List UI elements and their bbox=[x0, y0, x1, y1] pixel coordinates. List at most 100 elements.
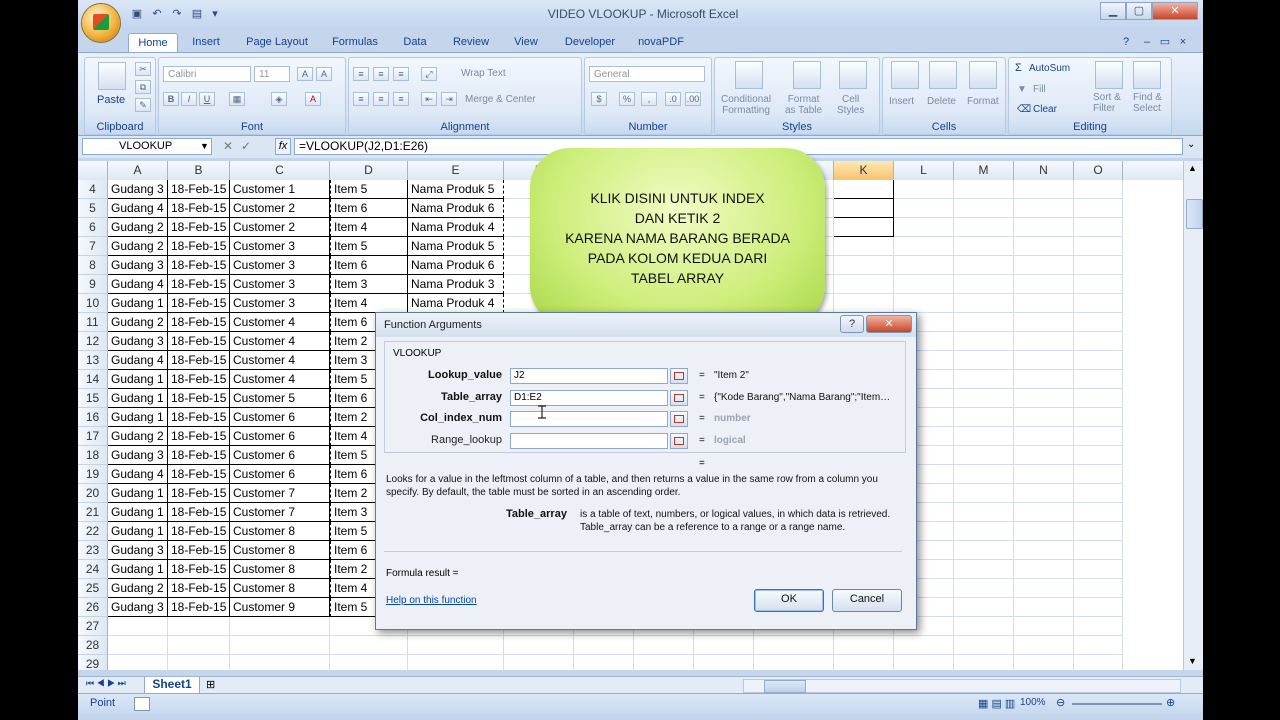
row-header[interactable]: 11 bbox=[78, 313, 108, 332]
cell[interactable]: 18-Feb-15 bbox=[168, 294, 230, 313]
row-header[interactable]: 8 bbox=[78, 256, 108, 275]
cell[interactable] bbox=[834, 218, 894, 237]
expand-formula-bar-icon[interactable]: ⌄ bbox=[1187, 139, 1195, 150]
row-header[interactable]: 16 bbox=[78, 408, 108, 427]
row-header[interactable]: 20 bbox=[78, 484, 108, 503]
cell[interactable] bbox=[1074, 446, 1123, 465]
row-header[interactable]: 25 bbox=[78, 579, 108, 598]
cancel-entry-icon[interactable]: ✕ bbox=[223, 139, 233, 153]
row-header[interactable]: 14 bbox=[78, 370, 108, 389]
customize-qat-icon[interactable]: ▾ bbox=[208, 7, 222, 21]
maximize-button[interactable]: ▢ bbox=[1126, 2, 1152, 20]
cell[interactable]: Customer 4 bbox=[230, 370, 330, 389]
bold-icon[interactable]: B bbox=[163, 92, 179, 106]
cell[interactable] bbox=[330, 655, 408, 670]
cell[interactable] bbox=[954, 541, 1014, 560]
cell[interactable] bbox=[634, 655, 694, 670]
arg-input-table-array[interactable]: D1:E2 bbox=[510, 390, 668, 406]
comma-icon[interactable]: , bbox=[641, 92, 657, 106]
column-header-e[interactable]: E bbox=[408, 161, 504, 180]
row-header[interactable]: 10 bbox=[78, 294, 108, 313]
cell[interactable]: 18-Feb-15 bbox=[168, 503, 230, 522]
cell[interactable]: Customer 4 bbox=[230, 351, 330, 370]
cell[interactable]: Gudang 1 bbox=[108, 389, 168, 408]
cell[interactable]: Nama Produk 5 bbox=[408, 180, 504, 199]
collapse-dialog-icon[interactable] bbox=[670, 390, 688, 406]
cell[interactable] bbox=[1074, 370, 1123, 389]
row-header[interactable]: 9 bbox=[78, 275, 108, 294]
row-header[interactable]: 18 bbox=[78, 446, 108, 465]
cell[interactable]: Gudang 4 bbox=[108, 465, 168, 484]
cell[interactable] bbox=[1014, 541, 1074, 560]
cell[interactable] bbox=[834, 256, 894, 275]
cell[interactable]: Gudang 2 bbox=[108, 427, 168, 446]
cell[interactable] bbox=[954, 408, 1014, 427]
tab-review[interactable]: Review bbox=[450, 33, 492, 51]
tab-formulas[interactable]: Formulas bbox=[328, 33, 382, 51]
cell[interactable]: 18-Feb-15 bbox=[168, 370, 230, 389]
cell[interactable]: Customer 4 bbox=[230, 332, 330, 351]
cell[interactable] bbox=[1074, 465, 1123, 484]
cell[interactable] bbox=[1014, 598, 1074, 617]
cell[interactable] bbox=[954, 446, 1014, 465]
cell[interactable] bbox=[1014, 370, 1074, 389]
ok-button[interactable]: OK bbox=[754, 589, 824, 612]
macro-record-icon[interactable] bbox=[134, 697, 150, 711]
delete-cells-icon[interactable] bbox=[929, 61, 957, 89]
cell[interactable]: Gudang 1 bbox=[108, 484, 168, 503]
cell[interactable]: Customer 3 bbox=[230, 237, 330, 256]
cell[interactable]: 18-Feb-15 bbox=[168, 313, 230, 332]
cell[interactable]: 18-Feb-15 bbox=[168, 237, 230, 256]
cell[interactable]: Gudang 2 bbox=[108, 237, 168, 256]
zoom-level[interactable]: 100% bbox=[1020, 697, 1046, 708]
cell[interactable] bbox=[894, 199, 954, 218]
cell[interactable] bbox=[1074, 636, 1123, 655]
cell[interactable] bbox=[574, 636, 634, 655]
column-header-k[interactable]: K bbox=[834, 161, 894, 180]
cell[interactable]: Item 6 bbox=[330, 199, 408, 218]
cell[interactable] bbox=[1074, 199, 1123, 218]
cell[interactable] bbox=[954, 237, 1014, 256]
cell[interactable]: Customer 6 bbox=[230, 427, 330, 446]
cell[interactable]: 18-Feb-15 bbox=[168, 180, 230, 199]
row-header[interactable]: 24 bbox=[78, 560, 108, 579]
cell[interactable] bbox=[1074, 579, 1123, 598]
row-header[interactable]: 15 bbox=[78, 389, 108, 408]
cell[interactable] bbox=[834, 199, 894, 218]
currency-icon[interactable]: $ bbox=[591, 92, 607, 106]
cell[interactable] bbox=[1014, 313, 1074, 332]
cell[interactable] bbox=[1074, 256, 1123, 275]
cell[interactable] bbox=[754, 655, 834, 670]
cell[interactable]: 18-Feb-15 bbox=[168, 199, 230, 218]
cell[interactable] bbox=[1014, 617, 1074, 636]
cell[interactable] bbox=[894, 275, 954, 294]
cell[interactable]: 18-Feb-15 bbox=[168, 598, 230, 617]
cell[interactable] bbox=[954, 503, 1014, 522]
row-header[interactable]: 17 bbox=[78, 427, 108, 446]
cell[interactable] bbox=[1014, 180, 1074, 199]
cell[interactable] bbox=[834, 237, 894, 256]
font-size-box[interactable]: 11 bbox=[254, 66, 290, 82]
cell[interactable] bbox=[954, 313, 1014, 332]
h-scroll-thumb[interactable] bbox=[764, 680, 806, 693]
insert-cells-button[interactable]: Insert bbox=[889, 96, 914, 107]
autosum-button[interactable]: AutoSum bbox=[1029, 63, 1070, 74]
insert-function-icon[interactable]: fx bbox=[275, 138, 291, 155]
row-header[interactable]: 23 bbox=[78, 541, 108, 560]
undo-icon[interactable]: ↶ bbox=[150, 7, 164, 21]
tab-developer[interactable]: Developer bbox=[560, 33, 620, 51]
cell[interactable]: Gudang 2 bbox=[108, 313, 168, 332]
tab-insert[interactable]: Insert bbox=[186, 33, 226, 51]
italic-icon[interactable]: I bbox=[181, 92, 197, 106]
cell[interactable] bbox=[954, 218, 1014, 237]
cell[interactable]: Customer 6 bbox=[230, 408, 330, 427]
merge-center-button[interactable]: Merge & Center bbox=[465, 94, 536, 105]
cell[interactable] bbox=[834, 275, 894, 294]
wrap-text-button[interactable]: Wrap Text bbox=[461, 68, 506, 79]
cell[interactable]: Nama Produk 6 bbox=[408, 256, 504, 275]
close-button[interactable]: ✕ bbox=[1152, 2, 1198, 20]
scroll-down-icon[interactable]: ▼ bbox=[1188, 656, 1197, 666]
cell[interactable] bbox=[1014, 503, 1074, 522]
cell[interactable] bbox=[954, 484, 1014, 503]
cell[interactable] bbox=[954, 180, 1014, 199]
